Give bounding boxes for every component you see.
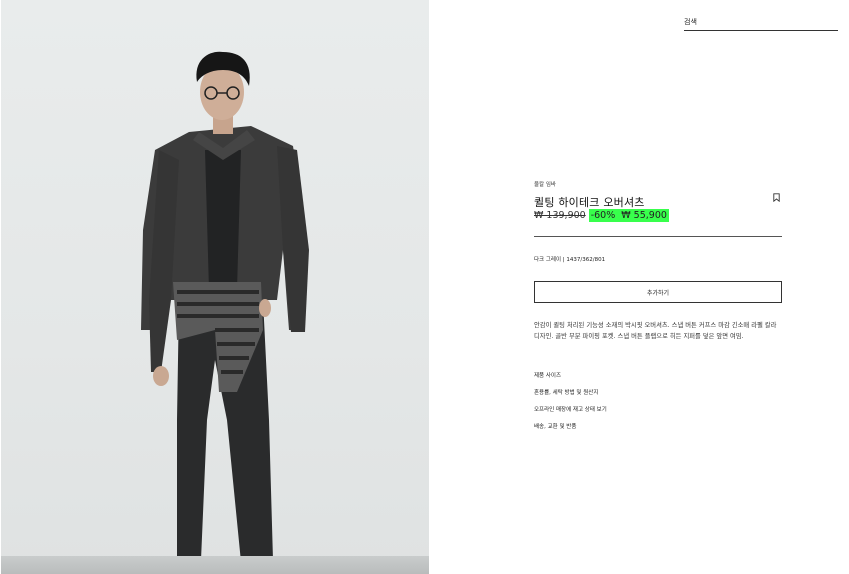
link-shipping-returns[interactable]: 배송, 교환 및 반품 [534, 423, 782, 440]
add-to-cart-button[interactable]: 추가하기 [534, 281, 782, 303]
divider [534, 236, 782, 237]
product-category: 울칼 임바 [534, 182, 556, 188]
discount-percent: -60% [590, 209, 616, 221]
product-info: 울칼 임바 퀼팅 하이테크 오버셔츠 ₩ 139,900 -60% ₩ 55,9… [534, 180, 782, 222]
floor [1, 556, 429, 574]
product-image[interactable] [1, 0, 429, 574]
sale-price: ₩ 55,900 [621, 209, 667, 221]
product-title: 퀼팅 하이테크 오버셔츠 [534, 196, 645, 209]
link-store-availability[interactable]: 오프라인 매장에 재고 상태 보기 [534, 406, 782, 423]
link-composition-care[interactable]: 혼용률, 세탁 방법 및 원산지 [534, 389, 782, 406]
info-links: 제품 사이즈 혼용률, 세탁 방법 및 원산지 오프라인 매장에 재고 상태 보… [534, 372, 782, 440]
bookmark-icon[interactable] [773, 193, 780, 202]
title-row: 퀼팅 하이테크 오버셔츠 [534, 191, 782, 209]
link-size[interactable]: 제품 사이즈 [534, 372, 782, 389]
search-label: 검색 [684, 18, 697, 26]
original-price: ₩ 139,900 [534, 209, 586, 221]
price-row: ₩ 139,900 -60% ₩ 55,900 [534, 208, 782, 222]
color-reference: 다크 그레이 | 1437/362/801 [534, 257, 606, 263]
sale-price-badge: -60% ₩ 55,900 [588, 208, 669, 222]
product-description: 안감이 퀼팅 처리된 기능성 소재의 박시핏 오버셔츠. 스냅 버튼 커프스 마… [534, 322, 777, 340]
model-figure [141, 51, 309, 572]
search-input[interactable]: 검색 [684, 14, 838, 31]
